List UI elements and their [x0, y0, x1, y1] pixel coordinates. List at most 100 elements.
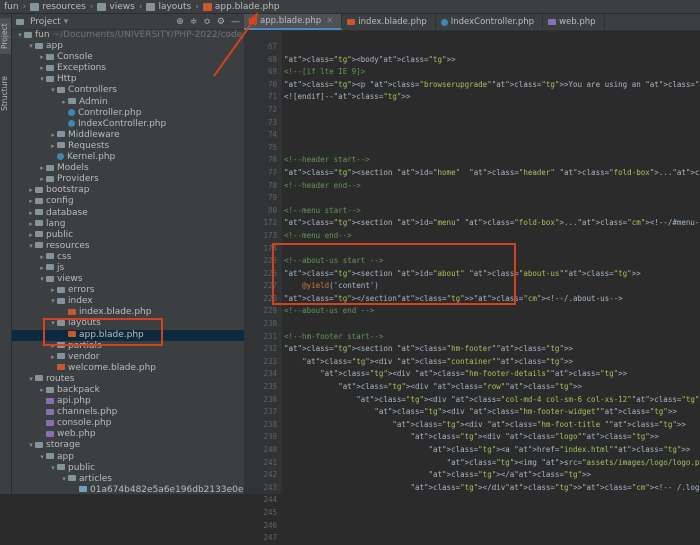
- tree-item[interactable]: ▸ bootstrap: [12, 185, 244, 196]
- collapse-all-icon[interactable]: ≑: [190, 17, 198, 27]
- chevron-right-icon[interactable]: ▸: [38, 63, 46, 74]
- line-number: 70: [267, 79, 277, 89]
- tree-item[interactable]: Controller.php: [12, 108, 244, 119]
- line-number: 233: [263, 356, 277, 366]
- chevron-right-icon[interactable]: ▸: [38, 263, 46, 274]
- tree-item[interactable]: ▾ app: [12, 452, 244, 463]
- chevron-right-icon[interactable]: ▸: [27, 208, 35, 219]
- chevron-down-icon[interactable]: ▾: [38, 74, 46, 85]
- tree-item[interactable]: ▸ css: [12, 252, 244, 263]
- tree-item[interactable]: console.php: [12, 418, 244, 429]
- chevron-down-icon[interactable]: ▾: [64, 17, 69, 27]
- chevron-right-icon[interactable]: ▸: [27, 230, 35, 241]
- code-line: <!--menu start-->: [284, 205, 361, 215]
- chevron-down-icon[interactable]: ▾: [16, 30, 24, 41]
- chevron-right-icon[interactable]: ▸: [38, 174, 46, 185]
- tree-item[interactable]: ▾ articles: [12, 474, 244, 485]
- tree-item[interactable]: ▸ Requests: [12, 141, 244, 152]
- tree-item[interactable]: ▸ Models: [12, 163, 244, 174]
- tree-item[interactable]: IndexController.php: [12, 119, 244, 130]
- tree-item[interactable]: ▸ vendor: [12, 352, 244, 363]
- tree-item[interactable]: index.blade.php: [12, 307, 244, 318]
- chevron-right-icon[interactable]: ▸: [38, 52, 46, 63]
- tree-item[interactable]: ▸ lang: [12, 219, 244, 230]
- code-line: "at">class="tg"><section "at">id="home" …: [284, 167, 700, 177]
- class-file-icon: [440, 18, 448, 26]
- chevron-right-icon[interactable]: ▸: [38, 385, 46, 396]
- folder-icon: [35, 375, 43, 382]
- tree-item-label: resources: [46, 240, 90, 251]
- tree-item[interactable]: ▸ Admin: [12, 97, 244, 108]
- project-tool-button[interactable]: Project: [0, 18, 11, 54]
- chevron-right-icon[interactable]: ▸: [60, 97, 68, 108]
- tree-item[interactable]: ▾ storage: [12, 440, 244, 451]
- close-icon[interactable]: ×: [326, 16, 333, 26]
- tree-item-label: app: [46, 41, 63, 52]
- class-file-icon: [68, 108, 75, 116]
- tree-item[interactable]: ▸ Middleware: [12, 130, 244, 141]
- editor-tab[interactable]: index.blade.php: [342, 14, 436, 30]
- chevron-right-icon[interactable]: ▸: [38, 252, 46, 263]
- chevron-down-icon[interactable]: ▾: [38, 452, 46, 463]
- chevron-down-icon[interactable]: ▾: [27, 374, 35, 385]
- breadcrumb-item-resources[interactable]: resources: [42, 2, 86, 12]
- tree-item[interactable]: ▸ js: [12, 263, 244, 274]
- locate-icon[interactable]: ⊕: [176, 17, 184, 27]
- folder-icon: [57, 353, 65, 360]
- line-number: 232: [263, 344, 277, 354]
- tree-item[interactable]: ▾ public: [12, 463, 244, 474]
- tree-item[interactable]: ▸ errors: [12, 285, 244, 296]
- tree-item[interactable]: ▸ public: [12, 230, 244, 241]
- chevron-right-icon[interactable]: ▸: [27, 185, 35, 196]
- tree-item[interactable]: channels.php: [12, 407, 244, 418]
- tree-item-label: console.php: [57, 418, 112, 429]
- chevron-right-icon[interactable]: ▸: [49, 141, 57, 152]
- breadcrumb-item-fun[interactable]: fun: [4, 2, 19, 12]
- line-number: 71: [267, 92, 277, 102]
- chevron-right-icon[interactable]: ▸: [27, 196, 35, 207]
- chevron-right-icon[interactable]: ▸: [49, 352, 57, 363]
- code-line: "at">class="tg"><div "at">class="contain…: [302, 356, 573, 366]
- structure-tool-button[interactable]: Structure: [0, 74, 11, 114]
- tree-item-label: Admin: [79, 96, 108, 107]
- line-number: 243: [263, 482, 277, 492]
- breadcrumb-item-views[interactable]: views: [109, 2, 134, 12]
- chevron-down-icon[interactable]: ▾: [38, 274, 46, 285]
- chevron-down-icon[interactable]: ▾: [49, 463, 57, 474]
- chevron-down-icon[interactable]: ▾: [27, 241, 35, 252]
- tree-item[interactable]: web.php: [12, 429, 244, 440]
- tree-item-label: Requests: [68, 140, 110, 151]
- tree-item[interactable]: ▸ database: [12, 208, 244, 219]
- chevron-right-icon[interactable]: ▸: [49, 130, 57, 141]
- chevron-right-icon[interactable]: ▸: [27, 219, 35, 230]
- tree-item[interactable]: ▾ views: [12, 274, 244, 285]
- tree-item[interactable]: ▸ config: [12, 196, 244, 207]
- tree-item[interactable]: api.php: [12, 396, 244, 407]
- chevron-down-icon[interactable]: ▾: [27, 41, 35, 52]
- editor-tab[interactable]: IndexController.php: [436, 14, 544, 30]
- editor-tab[interactable]: web.php: [543, 14, 605, 30]
- tree-item[interactable]: ▸ backpack: [12, 385, 244, 396]
- chevron-right-icon[interactable]: ▸: [38, 163, 46, 174]
- tree-item[interactable]: 01a674b482e5a6e196db2133e0edc46a.jpeg: [12, 485, 244, 494]
- project-panel: Project ▾ ⊕ ≑ ≎ ⚙ — ▾ fun ~/Documents/UNIV…: [12, 14, 244, 494]
- project-panel-title[interactable]: Project: [30, 17, 61, 27]
- tab-label: web.php: [559, 17, 596, 27]
- breadcrumb-item-layouts[interactable]: layouts: [158, 2, 191, 12]
- chevron-down-icon[interactable]: ▾: [27, 440, 35, 451]
- chevron-down-icon[interactable]: ▾: [49, 296, 57, 307]
- code-line: "at">class="tg"></a"at">class="tg">>: [428, 470, 592, 480]
- tree-item[interactable]: welcome.blade.php: [12, 363, 244, 374]
- tree-item[interactable]: ▾ Controllers: [12, 85, 244, 96]
- tree-item[interactable]: ▾ resources: [12, 241, 244, 252]
- chevron-right-icon[interactable]: ▸: [49, 285, 57, 296]
- line-number: 229: [263, 306, 277, 316]
- tree-item[interactable]: Kernel.php: [12, 152, 244, 163]
- tree-item[interactable]: ▸ Providers: [12, 174, 244, 185]
- chevron-down-icon[interactable]: ▾: [60, 474, 68, 485]
- tree-item-label: js: [57, 262, 65, 273]
- chevron-down-icon[interactable]: ▾: [49, 85, 57, 96]
- folder-icon: [35, 441, 43, 448]
- tree-item[interactable]: ▾ index: [12, 296, 244, 307]
- tree-item[interactable]: ▾ routes: [12, 374, 244, 385]
